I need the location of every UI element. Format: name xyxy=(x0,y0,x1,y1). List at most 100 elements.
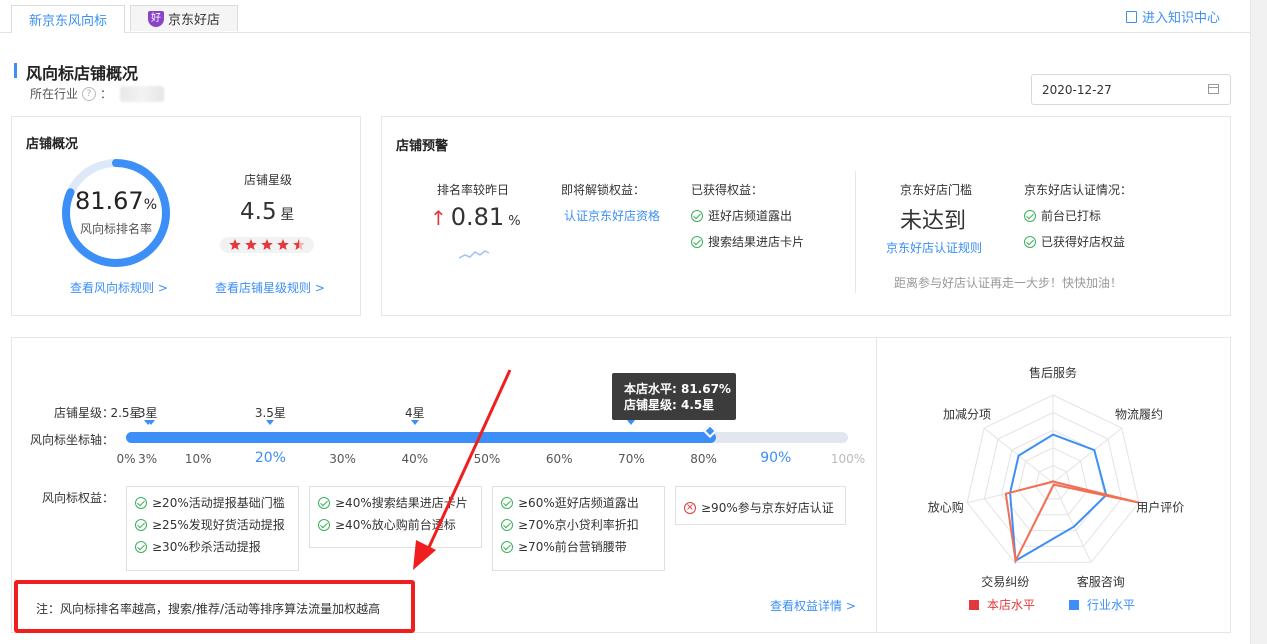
check-icon xyxy=(318,518,330,531)
divider xyxy=(855,171,856,293)
scrollbar[interactable] xyxy=(1250,0,1267,644)
warning-title: 店铺预警 xyxy=(396,139,449,154)
legend-industry-label: 行业水平 xyxy=(1087,598,1136,612)
close-circle-icon: × xyxy=(684,501,696,514)
axis-pct-label: 40% xyxy=(401,452,429,466)
check-icon xyxy=(135,496,147,509)
benefit-group: ≥20%活动提报基础门槛 ≥25%发现好货活动提报 ≥30%秒杀活动提报 xyxy=(126,486,299,571)
axis-pct-label: 10% xyxy=(184,452,212,466)
calendar-icon xyxy=(1208,84,1219,94)
star-axis-label: 店铺星级： xyxy=(54,406,115,420)
gained-label: 已获得权益： xyxy=(691,183,764,197)
date-value: 2020-12-27 xyxy=(1042,82,1112,97)
tab-jd-good-store[interactable]: 好 京东好店 xyxy=(130,5,238,31)
benefit-item: ≥70%京小贷利率折扣 xyxy=(501,516,656,533)
check-icon xyxy=(135,518,147,531)
radar-axis-label: 加减分项 xyxy=(943,407,991,421)
star-icon xyxy=(245,239,257,250)
benefit-detail-link[interactable]: 查看权益详情 > xyxy=(770,597,856,614)
threshold-label: 京东好店门槛 xyxy=(900,183,973,197)
rank-change-value: ↑ 0.81 % xyxy=(430,203,521,231)
radar-axis-label: 售后服务 xyxy=(1029,365,1077,380)
radar-axis-label: 放心购 xyxy=(928,500,964,515)
star-value: 4.5 星 xyxy=(240,199,294,225)
star-icon xyxy=(277,239,289,250)
star-tick-label: 3.5星 xyxy=(254,406,286,420)
level-tooltip: 本店水平: 81.67% 店铺星级: 4.5星 xyxy=(612,373,736,420)
knowledge-center-label: 进入知识中心 xyxy=(1142,11,1221,26)
radar-axis-label: 用户评价 xyxy=(1136,500,1184,515)
unlock-link[interactable]: 认证京东好店资格 xyxy=(564,207,660,224)
benefit-text: ≥90%参与京东好店认证 xyxy=(701,501,834,515)
benefit-item: ≥70%前台营销腰带 xyxy=(501,538,656,555)
axis-fill xyxy=(126,432,716,443)
note-text: 注：风向标排名率越高，搜索/推荐/活动等排序算法流量加权越高 xyxy=(36,602,381,616)
axis-pct-label: 60% xyxy=(545,452,573,466)
benefit-item: ≥30%秒杀活动提报 xyxy=(135,538,290,555)
benefit-text: ≥30%秒杀活动提报 xyxy=(152,540,261,554)
rule-link[interactable]: 查看风向标规则 > xyxy=(70,279,168,296)
cert-label: 京东好店认证情况： xyxy=(1024,183,1133,197)
rank-change-label: 排名率较昨日 xyxy=(437,183,510,197)
star-tick-label: 4星 xyxy=(404,406,425,420)
check-icon xyxy=(1024,235,1036,248)
check-icon xyxy=(691,209,703,222)
benefit-item: ≥60%逛好店频道露出 xyxy=(501,494,656,511)
check-icon xyxy=(501,496,513,509)
tab-label: 新京东风向标 xyxy=(28,14,107,29)
overview-title: 店铺概况 xyxy=(26,137,79,152)
radar-axis-label: 物流履约 xyxy=(1115,406,1163,421)
benefit-text: ≥40%放心购前台透标 xyxy=(335,518,456,532)
star-title: 店铺星级 xyxy=(244,173,293,187)
benefit-item: ≥25%发现好货活动提报 xyxy=(135,516,290,533)
date-picker[interactable]: 2020-12-27 xyxy=(1031,74,1231,105)
unlock-label: 即将解锁权益： xyxy=(561,183,646,197)
knowledge-center-link[interactable]: 进入知识中心 xyxy=(1126,7,1220,26)
check-icon xyxy=(135,540,147,553)
radar-spoke xyxy=(1052,482,1092,563)
check-icon xyxy=(501,518,513,531)
arrow-up-icon: ↑ xyxy=(430,206,447,230)
benefit-item: ≥20%活动提报基础门槛 xyxy=(135,494,290,511)
axis-pct-label: 90% xyxy=(760,450,792,466)
gained-item-text: 逛好店频道露出 xyxy=(708,209,793,223)
check-icon xyxy=(318,496,330,509)
help-icon[interactable]: ? xyxy=(82,86,97,101)
star-tick-marker xyxy=(627,420,636,425)
benefits-label: 风向标权益： xyxy=(42,491,115,505)
title-accent xyxy=(14,63,17,78)
legend-industry[interactable]: 行业水平 xyxy=(1069,596,1135,613)
axis-pct-label: 3% xyxy=(138,452,158,466)
radar-series-store xyxy=(1004,480,1140,564)
ring-value: 81.67% xyxy=(60,187,172,215)
rank-number: 0.81 xyxy=(450,203,505,231)
legend-store-swatch xyxy=(969,599,979,610)
gained-item: 逛好店频道露出 xyxy=(691,207,792,224)
coord-axis-label: 风向标坐标轴： xyxy=(30,433,115,447)
industry-label: 所在行业 xyxy=(30,87,79,101)
axis-pct-label: 50% xyxy=(473,452,501,466)
star-tick-label: 3星 xyxy=(137,406,158,420)
ring-label: 风向标排名率 xyxy=(79,222,152,236)
axis-pct-label: 20% xyxy=(254,450,286,466)
industry-row: 所在行业 ? ： xyxy=(30,85,165,102)
threshold-value: 未达到 xyxy=(900,209,967,234)
check-icon xyxy=(691,235,703,248)
tooltip-star: 店铺星级: 4.5星 xyxy=(624,398,715,412)
rank-unit: % xyxy=(508,214,521,229)
axis-pct-label: 30% xyxy=(329,452,356,466)
axis-pct-label: 0% xyxy=(116,452,136,466)
benefit-text: ≥20%活动提报基础门槛 xyxy=(152,496,285,510)
star-rule-link[interactable]: 查看店铺星级规则 > xyxy=(215,279,325,296)
star-icons xyxy=(229,239,305,250)
store-warning-panel: 店铺预警 排名率较昨日 ↑ 0.81 % 即将解锁权益： 认证京东好店资格 已获… xyxy=(381,116,1231,316)
cert-item-text: 已获得好店权益 xyxy=(1041,235,1126,249)
legend-store[interactable]: 本店水平 xyxy=(969,596,1035,613)
cert-item: 已获得好店权益 xyxy=(1024,233,1125,250)
star-number: 4.5 xyxy=(240,199,277,225)
radar-axis-label: 交易纠纷 xyxy=(981,574,1029,589)
tab-fengxiangbiao[interactable]: 新京东风向标 xyxy=(11,5,125,33)
industry-colon: ： xyxy=(100,87,113,101)
benefit-text: ≥70%前台营销腰带 xyxy=(518,540,627,554)
threshold-rule-link[interactable]: 京东好店认证规则 xyxy=(886,239,982,256)
